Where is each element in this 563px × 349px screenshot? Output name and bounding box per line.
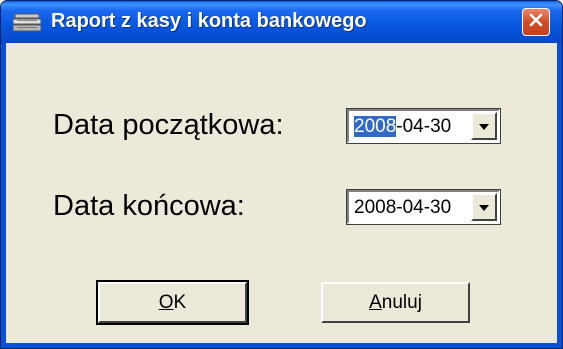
cancel-button-mnemonic: A — [369, 291, 382, 313]
ok-button[interactable]: OK — [96, 280, 249, 325]
start-date-picker[interactable]: 2008-04-30 — [346, 108, 501, 144]
start-date-dropdown-button[interactable] — [471, 112, 497, 140]
close-button[interactable] — [522, 8, 550, 36]
cancel-button-label: nuluj — [381, 291, 422, 313]
end-date-value[interactable]: 2008-04-30 — [354, 197, 451, 219]
window-frame-right — [557, 43, 562, 348]
window-frame-bottom — [1, 343, 562, 348]
window-frame-left — [1, 43, 6, 348]
ok-button-mnemonic: O — [158, 291, 174, 313]
close-icon — [528, 12, 544, 33]
ok-button-label: K — [173, 291, 187, 313]
chevron-down-icon — [479, 198, 489, 216]
title-bar[interactable]: Raport z kasy i konta bankowego — [1, 1, 562, 43]
cancel-button[interactable]: Anuluj — [321, 282, 470, 323]
start-date-rest[interactable]: -04-30 — [396, 116, 451, 137]
start-date-year-selected[interactable]: 2008 — [354, 116, 397, 137]
window-title: Raport z kasy i konta bankowego — [51, 10, 367, 32]
end-date-picker[interactable]: 2008-04-30 — [346, 189, 501, 225]
cash-register-icon — [12, 12, 42, 32]
report-dialog: Raport z kasy i konta bankowego Data poc… — [0, 0, 563, 349]
end-date-label: Data końcowa: — [53, 190, 245, 222]
chevron-down-icon — [479, 117, 489, 135]
end-date-dropdown-button[interactable] — [471, 193, 497, 221]
start-date-value[interactable]: 2008-04-30 — [354, 116, 451, 138]
start-date-label: Data początkowa: — [53, 109, 284, 141]
